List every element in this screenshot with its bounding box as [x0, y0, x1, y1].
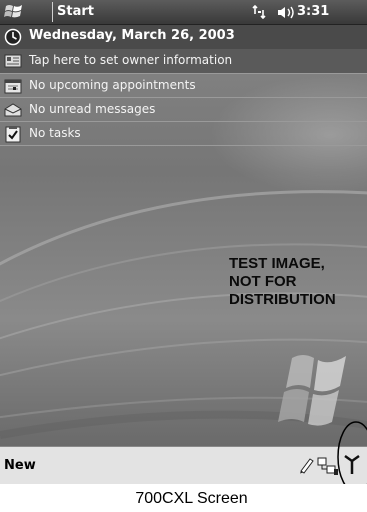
figure-caption: 700CXL Screen	[135, 490, 248, 507]
tasks-checkbox-icon	[5, 126, 21, 143]
owner-card-icon	[4, 54, 22, 68]
start-menu-title[interactable]: Start	[57, 4, 94, 19]
callout-oval	[337, 421, 367, 484]
watermark-line-2: NOT FOR	[229, 273, 297, 290]
row-divider	[0, 145, 367, 146]
clock-icon	[4, 28, 22, 46]
watermark-line-3: DISTRIBUTION	[229, 291, 336, 308]
watermark-line-1: TEST IMAGE,	[229, 255, 325, 272]
pda-screen: Start 3:31 Wednesday, March 26, 2003 Tap…	[0, 0, 367, 484]
today-appointments-row[interactable]: No upcoming appointments	[0, 73, 367, 97]
today-date-row[interactable]: Wednesday, March 26, 2003	[0, 25, 367, 49]
title-divider	[52, 2, 53, 22]
pen-icon[interactable]	[298, 456, 316, 474]
calendar-icon	[4, 79, 22, 94]
windows-start-icon[interactable]	[3, 2, 25, 22]
tasks-status: No tasks	[29, 126, 81, 140]
connectivity-icon[interactable]	[252, 4, 268, 20]
today-messages-row[interactable]: No unread messages	[0, 97, 367, 121]
today-owner-row[interactable]: Tap here to set owner information	[0, 49, 367, 73]
today-screen: Wednesday, March 26, 2003 Tap here to se…	[0, 25, 367, 446]
volume-icon[interactable]	[276, 5, 296, 20]
today-date: Wednesday, March 26, 2003	[29, 28, 235, 43]
bottom-menu-bar: New	[0, 446, 367, 484]
today-tasks-row[interactable]: No tasks	[0, 121, 367, 145]
appointments-status: No upcoming appointments	[29, 78, 196, 92]
title-bar: Start 3:31	[0, 0, 367, 25]
test-image-watermark: TEST IMAGE, NOT FOR DISTRIBUTION	[229, 255, 367, 309]
envelope-icon	[4, 103, 22, 117]
clock-time[interactable]: 3:31	[297, 4, 329, 19]
owner-info-link: Tap here to set owner information	[29, 53, 233, 67]
new-menu-button[interactable]: New	[4, 458, 36, 473]
messages-status: No unread messages	[29, 102, 156, 116]
